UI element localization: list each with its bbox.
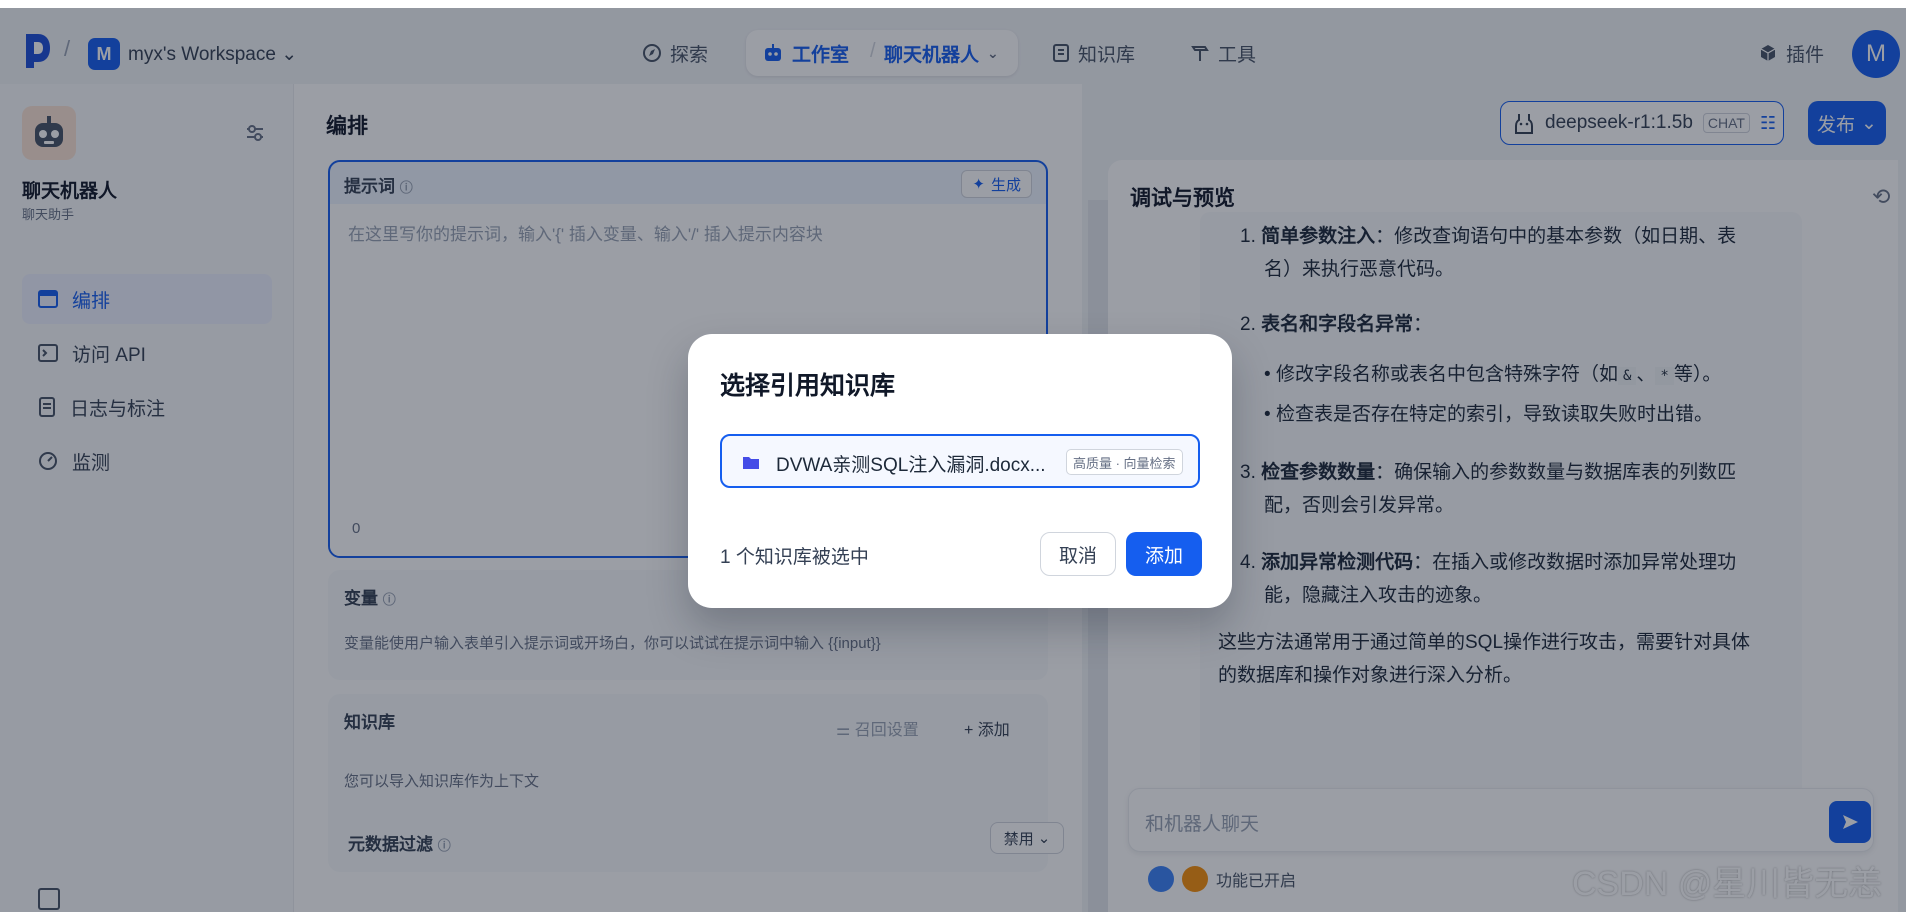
knowledge-item-tag: 高质量 · 向量检索 (1066, 449, 1183, 475)
modal-title: 选择引用知识库 (720, 372, 896, 400)
knowledge-item-name: DVWA亲测SQL注入漏洞.docx... (776, 455, 1046, 476)
top-strip (0, 0, 1906, 8)
selected-count: 1 个知识库被选中 (720, 547, 869, 568)
cancel-button[interactable]: 取消 (1040, 532, 1116, 576)
add-button[interactable]: 添加 (1126, 532, 1202, 576)
select-knowledge-modal: 选择引用知识库 DVWA亲测SQL注入漏洞.docx... 高质量 · 向量检索… (688, 334, 1232, 608)
folder-icon (743, 457, 759, 469)
knowledge-item[interactable]: DVWA亲测SQL注入漏洞.docx... 高质量 · 向量检索 (720, 434, 1200, 488)
